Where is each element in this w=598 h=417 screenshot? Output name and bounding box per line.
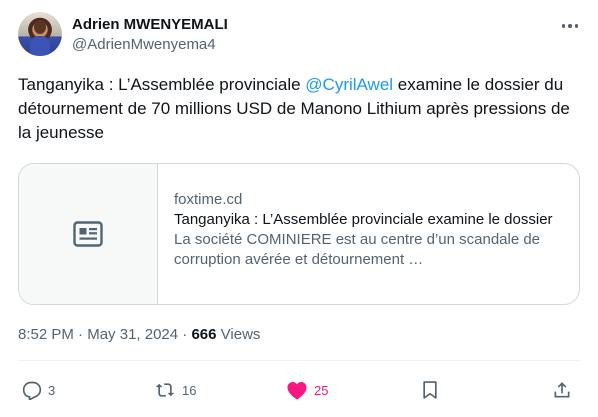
divider bbox=[18, 360, 580, 361]
author-display-name[interactable]: Adrien MWENYEMALI bbox=[72, 15, 228, 35]
avatar[interactable] bbox=[18, 12, 62, 56]
more-options-icon[interactable] bbox=[560, 16, 580, 36]
article-icon bbox=[73, 221, 103, 247]
meta-separator-2: · bbox=[178, 326, 192, 343]
tweet-header: Adrien MWENYEMALI @AdrienMwenyema4 bbox=[18, 12, 580, 60]
card-description: La société COMINIERE est au centre d’un … bbox=[174, 231, 541, 268]
tweet-text-start: Tanganyika : L’Assemblée provinciale bbox=[18, 75, 306, 94]
share-icon bbox=[554, 382, 570, 398]
card-thumbnail bbox=[19, 164, 158, 304]
card-title: Tanganyika : L’Assemblée provinciale exa… bbox=[174, 211, 553, 228]
action-bar: 3 16 25 bbox=[18, 376, 580, 406]
share-button[interactable] bbox=[552, 376, 572, 404]
card-domain: foxtime.cd bbox=[174, 191, 243, 208]
views-label: Views bbox=[216, 326, 261, 343]
author-handle[interactable]: @AdrienMwenyema4 bbox=[72, 35, 216, 55]
tweet-meta: 8:52 PM · May 31, 2024 · 666 Views bbox=[18, 325, 260, 345]
reply-count: 3 bbox=[48, 382, 56, 398]
like-count: 25 bbox=[314, 382, 329, 398]
views-count: 666 bbox=[191, 326, 217, 343]
link-card[interactable]: foxtime.cd Tanganyika : L’Assemblée prov… bbox=[18, 163, 580, 305]
retweet-button[interactable]: 16 bbox=[154, 376, 196, 404]
like-button[interactable]: 25 bbox=[286, 376, 328, 404]
tweet-time[interactable]: 8:52 PM bbox=[18, 326, 74, 343]
bookmark-button[interactable] bbox=[420, 376, 440, 404]
card-body: foxtime.cd Tanganyika : L’Assemblée prov… bbox=[174, 190, 567, 270]
mention-link[interactable]: @CyrilAwel bbox=[305, 75, 393, 94]
bookmark-icon bbox=[423, 381, 437, 399]
tweet[interactable]: Adrien MWENYEMALI @AdrienMwenyema4 Tanga… bbox=[0, 0, 598, 417]
reply-button[interactable]: 3 bbox=[22, 376, 55, 404]
tweet-text: Tanganyika : L’Assemblée provinciale @Cy… bbox=[18, 73, 583, 145]
retweet-count: 16 bbox=[182, 382, 197, 398]
retweet-icon bbox=[155, 383, 175, 397]
heart-icon bbox=[287, 382, 307, 400]
tweet-date[interactable]: May 31, 2024 bbox=[87, 326, 178, 343]
reply-icon bbox=[22, 381, 42, 400]
meta-separator: · bbox=[73, 326, 88, 343]
